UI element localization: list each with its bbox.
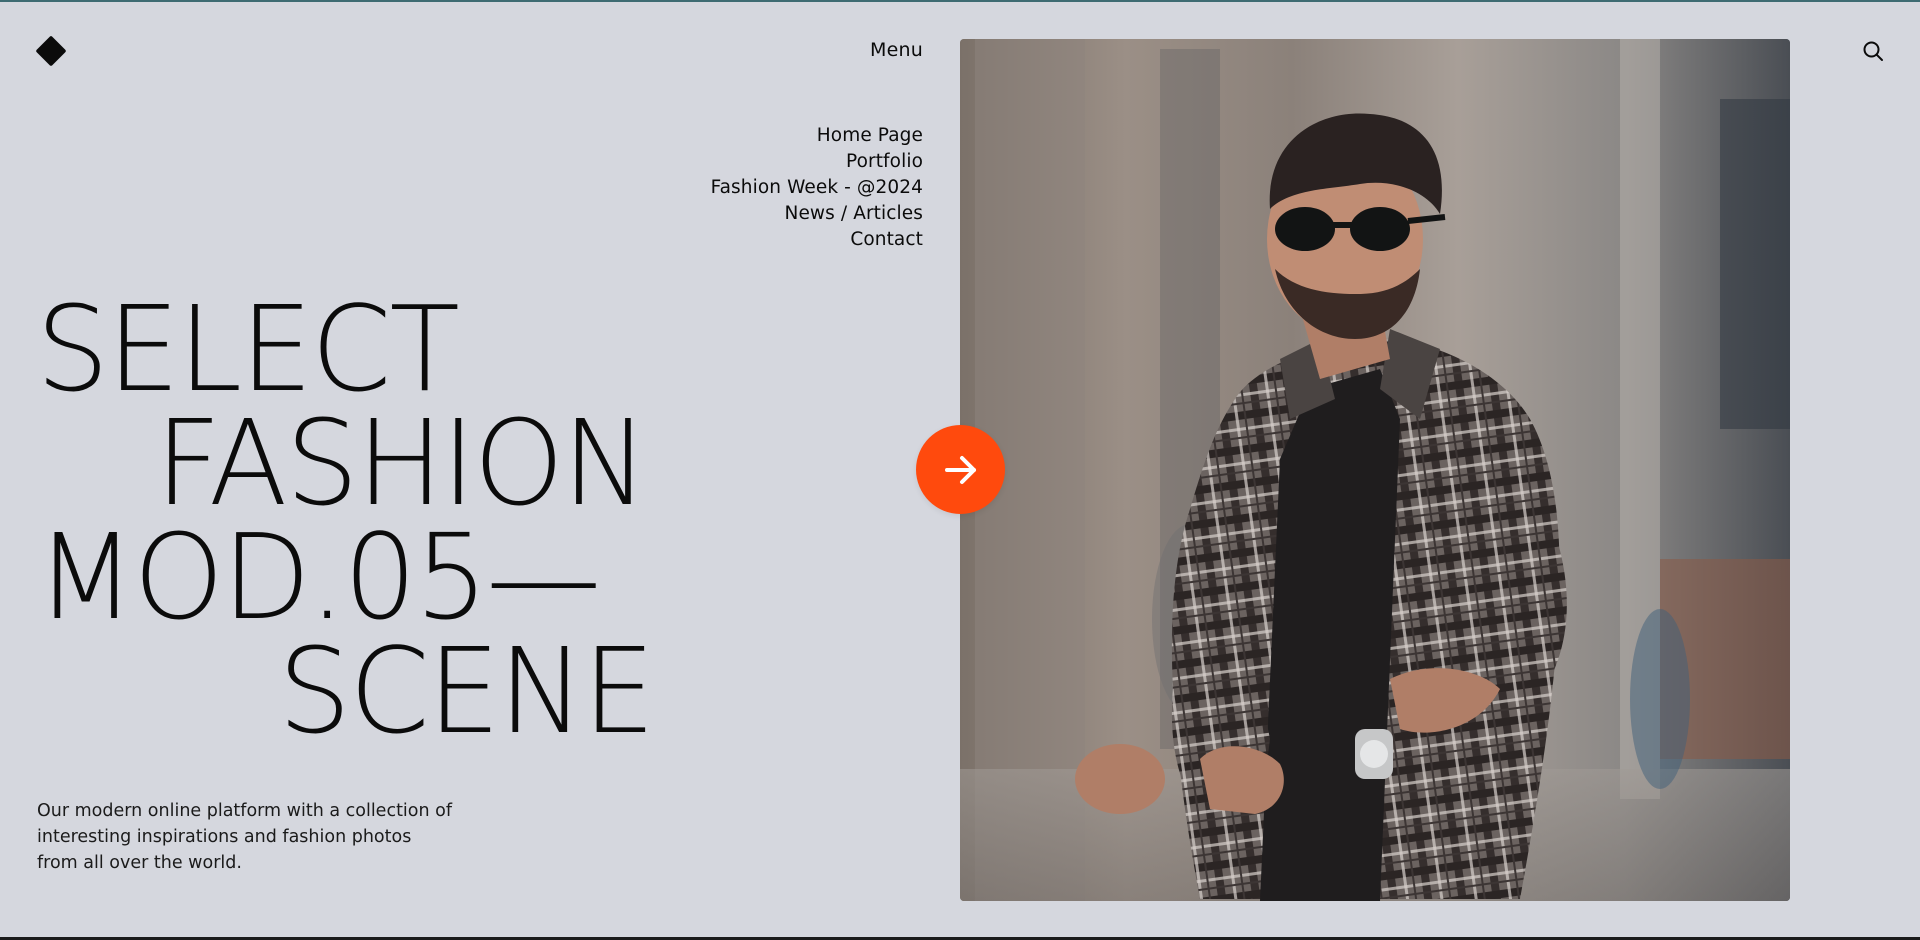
nav-item-fashion-week[interactable]: Fashion Week - @2024 (711, 175, 923, 201)
nav-item-portfolio[interactable]: Portfolio (711, 149, 923, 175)
headline-line-1: SELECT (36, 280, 460, 418)
headline-line-2: FASHION (155, 394, 648, 532)
arrow-right-icon (944, 455, 976, 484)
nav-item-news[interactable]: News / Articles (711, 201, 923, 227)
search-icon (1863, 41, 1883, 61)
hero-image (960, 39, 1790, 901)
headline-line-4: SCENE (278, 622, 655, 760)
menu-button[interactable]: Menu (870, 39, 923, 61)
nav-item-contact[interactable]: Contact (711, 227, 923, 253)
description-line-2: interesting inspirations and fashion pho… (37, 827, 412, 847)
next-slide-button[interactable] (916, 425, 1005, 514)
description-line-1: Our modern online platform with a collec… (37, 801, 453, 821)
nav-item-home[interactable]: Home Page (711, 123, 923, 149)
headline-line-3: MOD.05— (36, 508, 601, 646)
top-border (0, 0, 1920, 2)
search-button[interactable] (1862, 40, 1884, 62)
description-line-3: from all over the world. (37, 853, 242, 873)
diamond-logo-icon[interactable] (34, 34, 68, 68)
hero-headline: SELECT FASHION MOD.05— SCENE (36, 280, 696, 760)
main-nav: Home Page Portfolio Fashion Week - @2024… (711, 123, 923, 253)
hero-description: Our modern online platform with a collec… (37, 798, 497, 876)
